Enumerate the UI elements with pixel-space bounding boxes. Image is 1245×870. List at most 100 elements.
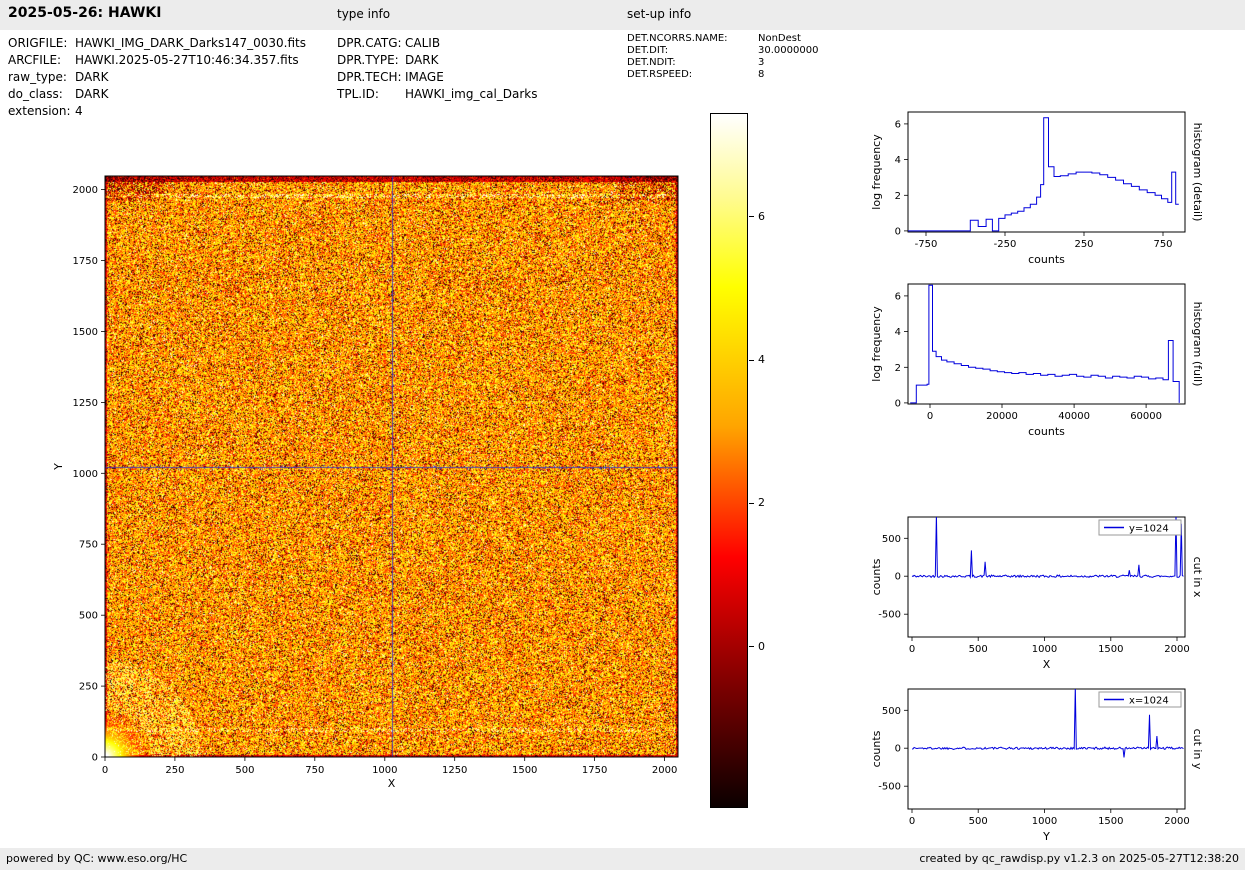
svg-text:4: 4 (895, 155, 901, 166)
svg-text:histogram (detail): histogram (detail) (1191, 123, 1204, 222)
svg-text:6: 6 (895, 291, 901, 302)
type-info-list: DPR.CATG:CALIBDPR.TYPE:DARKDPR.TECH:IMAG… (337, 35, 622, 103)
metadata-row: ARCFILE:HAWKI.2025-05-27T10:46:34.357.fi… (8, 52, 333, 69)
svg-text:counts: counts (1028, 253, 1065, 266)
colorbar-tick-label: 2 (758, 496, 765, 509)
histogram-full-plot: 02000040000600000246countslog frequencyh… (866, 274, 1242, 444)
metadata-key: DET.DIT: (627, 45, 758, 57)
svg-text:0: 0 (909, 644, 915, 655)
footer-bar: powered by QC: www.eso.org/HC created by… (0, 848, 1245, 870)
svg-text:2000: 2000 (73, 185, 98, 196)
svg-text:750: 750 (79, 540, 98, 551)
svg-text:1250: 1250 (442, 765, 467, 776)
svg-text:250: 250 (79, 682, 98, 693)
svg-text:X: X (1043, 658, 1051, 671)
svg-text:500: 500 (969, 816, 988, 827)
metadata-key: DET.RSPEED: (627, 69, 758, 81)
svg-text:1000: 1000 (372, 765, 397, 776)
metadata-key: DET.NDIT: (627, 57, 758, 69)
metadata-row: extension:4 (8, 103, 333, 120)
header-bar: 2025-05-26: HAWKI type info set-up info (0, 0, 1245, 30)
svg-text:1750: 1750 (582, 765, 607, 776)
raw-image-heatmap (105, 176, 678, 757)
metadata-row: DPR.TECH:IMAGE (337, 69, 622, 86)
metadata-value: DARK (75, 86, 108, 103)
colorbar-tick-label: 4 (758, 353, 765, 366)
svg-text:counts: counts (870, 730, 883, 767)
svg-text:0: 0 (92, 753, 98, 764)
metadata-key: do_class: (8, 86, 75, 103)
colorbar (710, 113, 748, 808)
svg-text:0: 0 (909, 816, 915, 827)
colorbar-tick-mark (749, 646, 754, 647)
metadata-value: DARK (75, 69, 108, 86)
metadata-value: HAWKI_img_cal_Darks (405, 86, 538, 103)
footer-created-by: created by qc_rawdisp.py v1.2.3 on 2025-… (919, 852, 1239, 865)
cut-in-x-plot: 0500100015002000-5000500Xcountscut in xy… (866, 507, 1242, 677)
metadata-key: ARCFILE: (8, 52, 75, 69)
metadata-row: DPR.CATG:CALIB (337, 35, 622, 52)
metadata-key: TPL.ID: (337, 86, 405, 103)
svg-text:250: 250 (165, 765, 184, 776)
colorbar-tick-label: 0 (758, 640, 765, 653)
svg-text:20000: 20000 (986, 411, 1018, 422)
svg-text:-500: -500 (878, 610, 901, 621)
svg-text:500: 500 (79, 611, 98, 622)
svg-text:1000: 1000 (1032, 816, 1057, 827)
metadata-value: DARK (405, 52, 438, 69)
svg-text:X: X (388, 777, 396, 790)
svg-text:1750: 1750 (73, 256, 98, 267)
svg-text:histogram (full): histogram (full) (1191, 302, 1204, 387)
metadata-key: DET.NCORRS.NAME: (627, 33, 758, 45)
setup-info-heading: set-up info (627, 7, 691, 21)
metadata-row: DET.DIT:30.0000000 (627, 45, 912, 57)
colorbar-tick-mark (749, 216, 754, 217)
metadata-key: DPR.CATG: (337, 35, 405, 52)
metadata-value: 30.0000000 (758, 45, 818, 57)
metadata-value: CALIB (405, 35, 440, 52)
svg-text:500: 500 (969, 644, 988, 655)
svg-text:2000: 2000 (1164, 644, 1189, 655)
cut-in-y-plot: 0500100015002000-5000500Ycountscut in yx… (866, 679, 1242, 849)
svg-text:500: 500 (882, 706, 901, 717)
svg-text:log frequency: log frequency (870, 134, 883, 210)
svg-text:60000: 60000 (1130, 411, 1162, 422)
metadata-row: DET.NCORRS.NAME:NonDest (627, 33, 912, 45)
metadata-row: TPL.ID:HAWKI_img_cal_Darks (337, 86, 622, 103)
svg-text:1000: 1000 (73, 469, 98, 480)
svg-text:2: 2 (895, 363, 901, 374)
metadata-value: IMAGE (405, 69, 444, 86)
svg-text:750: 750 (1153, 239, 1172, 250)
svg-text:log frequency: log frequency (870, 306, 883, 382)
svg-text:0: 0 (895, 398, 901, 409)
svg-text:0: 0 (895, 744, 901, 755)
metadata-value: NonDest (758, 33, 801, 45)
page-title: 2025-05-26: HAWKI (8, 5, 161, 21)
metadata-row: DET.NDIT:3 (627, 57, 912, 69)
svg-text:-750: -750 (915, 239, 938, 250)
svg-text:cut in y: cut in y (1191, 729, 1204, 770)
metadata-key: extension: (8, 103, 75, 120)
svg-text:Y: Y (52, 463, 65, 471)
metadata-row: DET.RSPEED:8 (627, 69, 912, 81)
footer-powered-by: powered by QC: www.eso.org/HC (6, 852, 187, 865)
svg-text:cut in x: cut in x (1191, 557, 1204, 598)
svg-text:500: 500 (235, 765, 254, 776)
svg-text:6: 6 (895, 119, 901, 130)
svg-text:x=1024: x=1024 (1129, 696, 1169, 707)
metadata-key: DPR.TECH: (337, 69, 405, 86)
svg-text:0: 0 (102, 765, 108, 776)
setup-info-list: DET.NCORRS.NAME:NonDestDET.DIT:30.000000… (627, 33, 912, 81)
svg-text:1500: 1500 (1098, 644, 1123, 655)
svg-text:2: 2 (895, 191, 901, 202)
metadata-row: DPR.TYPE:DARK (337, 52, 622, 69)
metadata-row: raw_type:DARK (8, 69, 333, 86)
metadata-key: DPR.TYPE: (337, 52, 405, 69)
histogram-detail-plot: -750-2502507500246countslog frequencyhis… (866, 102, 1242, 272)
metadata-value: 4 (75, 103, 83, 120)
svg-text:y=1024: y=1024 (1129, 524, 1169, 535)
svg-text:1250: 1250 (73, 398, 98, 409)
svg-text:4: 4 (895, 327, 901, 338)
metadata-value: 3 (758, 57, 764, 69)
svg-text:750: 750 (305, 765, 324, 776)
